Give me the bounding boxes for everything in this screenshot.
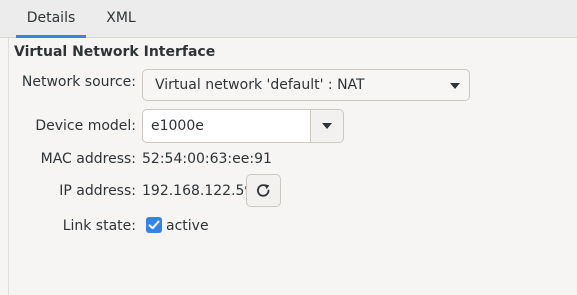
network-source-label: Network source: [21, 74, 136, 90]
tab-xml[interactable]: XML [90, 0, 152, 37]
link-state-checkbox[interactable] [146, 217, 162, 233]
network-source-combo[interactable]: Virtual network 'default' : NAT [142, 69, 470, 101]
link-state-value: active [166, 218, 209, 234]
chevron-down-icon [450, 83, 460, 89]
device-model-entry[interactable]: e1000e [142, 109, 310, 143]
mac-address-label: MAC address: [40, 151, 136, 167]
device-model-value: e1000e [151, 118, 204, 134]
section-title: Virtual Network Interface [14, 44, 216, 60]
refresh-ip-button[interactable] [246, 174, 281, 207]
mac-address-value: 52:54:00:63:ee:91 [142, 151, 272, 167]
chevron-down-icon [322, 123, 332, 129]
ip-address-label: IP address: [59, 183, 136, 199]
refresh-icon [257, 184, 270, 197]
ip-address-value: 192.168.122.59 [142, 183, 254, 199]
tab-bar: Details XML [0, 0, 577, 38]
network-source-value: Virtual network 'default' : NAT [155, 77, 365, 93]
tab-details[interactable]: Details [16, 0, 86, 38]
checkmark-icon [148, 220, 160, 230]
device-model-dropdown-button[interactable] [310, 109, 344, 143]
link-state-label: Link state: [62, 218, 136, 234]
device-model-label: Device model: [35, 118, 136, 134]
